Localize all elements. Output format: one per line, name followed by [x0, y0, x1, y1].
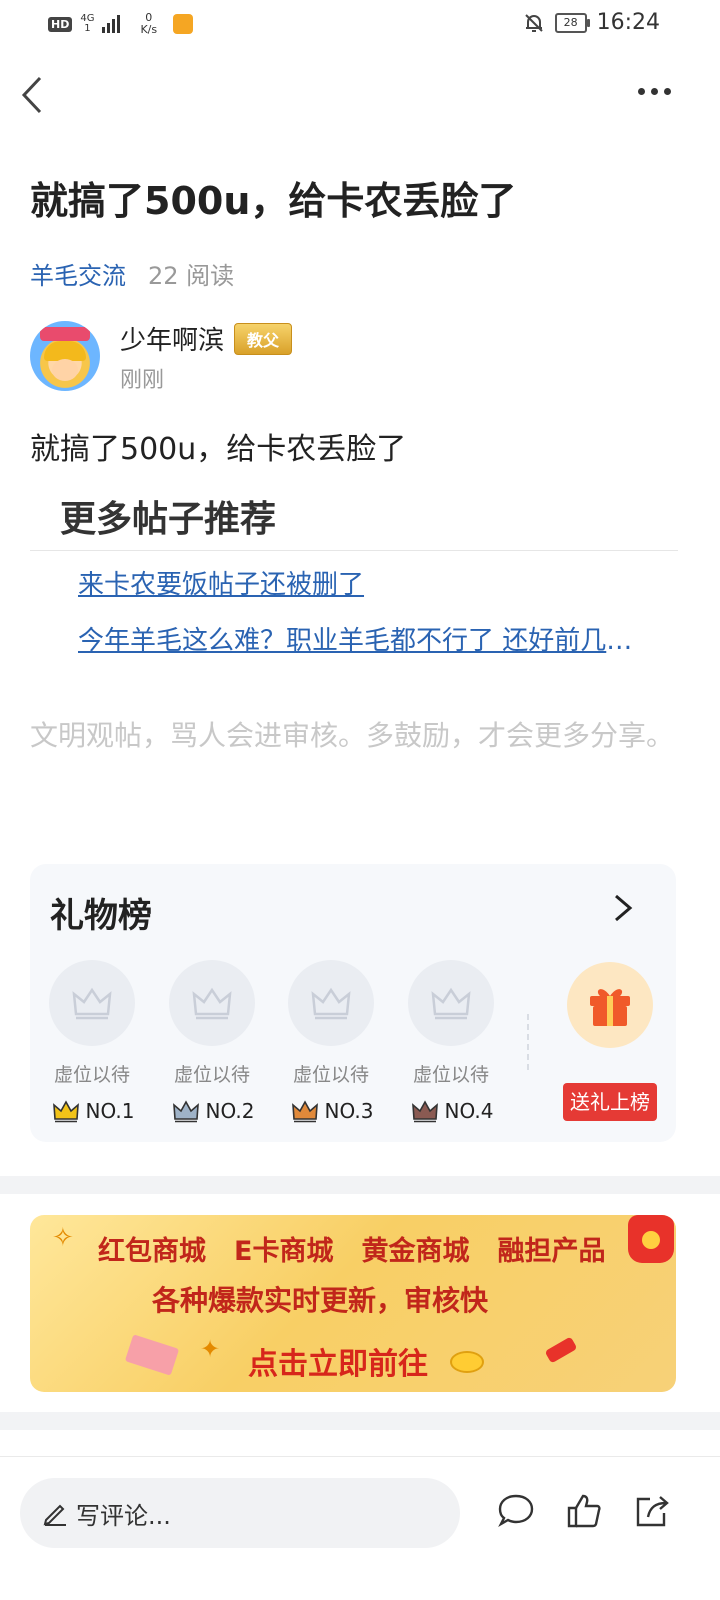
rank-label: NO.1: [85, 1099, 135, 1123]
more-options-icon[interactable]: [638, 88, 682, 102]
envelope-icon: [124, 1334, 180, 1376]
avatar[interactable]: [30, 321, 100, 391]
empty-slot-avatar: [408, 960, 494, 1046]
post-time: 刚刚: [120, 368, 165, 393]
banner-item: 红包商城: [98, 1236, 206, 1267]
rank-label: NO.3: [324, 1099, 374, 1123]
rank-crown-icon: [411, 1100, 438, 1123]
author-name[interactable]: 少年啊滨: [120, 320, 224, 357]
sparkle-icon: ✧: [52, 1223, 74, 1253]
read-count: 22 阅读: [148, 262, 235, 290]
post-category[interactable]: 羊毛交流: [30, 256, 126, 291]
post-meta: 羊毛交流 22 阅读: [30, 256, 234, 291]
bottom-bar-border: [0, 1456, 720, 1457]
pen-icon: [43, 1504, 66, 1526]
empty-slot-avatar: [49, 960, 135, 1046]
rank-label: NO.2: [205, 1099, 255, 1123]
gift-button[interactable]: [567, 962, 653, 1048]
send-gift-button[interactable]: 送礼上榜: [563, 1083, 657, 1121]
network-type: 4G 1: [80, 13, 95, 34]
community-notice: 文明观帖，骂人会进审核。多鼓励，才会更多分享。: [30, 719, 675, 752]
rank-crown-icon: [52, 1100, 79, 1123]
author-badge: 教父: [234, 322, 293, 355]
gift-slot[interactable]: 虚位以待 NO.1: [49, 960, 137, 1123]
banner-subtitle: 各种爆款实时更新，审核快: [152, 1284, 489, 1317]
signal-icon: [102, 15, 121, 33]
slot-rank: NO.2: [169, 1099, 257, 1123]
divider: [527, 1014, 529, 1070]
crown-icon: [72, 987, 112, 1020]
rank-crown-icon: [291, 1100, 318, 1123]
like-icon[interactable]: [564, 1491, 604, 1531]
banner-cta: 点击立即前往: [248, 1347, 428, 1382]
gift-slot[interactable]: 虚位以待 NO.4: [408, 960, 496, 1123]
share-icon[interactable]: [632, 1491, 672, 1531]
status-left: HD 4G 1 0 K/s: [48, 11, 194, 36]
recommend-link[interactable]: 今年羊毛这么难？职业羊毛都不行了 还好前几天搞了个羊毛: [78, 620, 658, 657]
crown-icon: [431, 987, 471, 1020]
clock: 16:24: [596, 10, 660, 35]
author-info: 少年啊滨 教父: [120, 320, 293, 357]
ribbon-icon: [544, 1336, 578, 1364]
divider: [30, 550, 678, 551]
banner-item: E卡商城: [234, 1236, 334, 1267]
app-notification-icon: [173, 14, 194, 34]
banner-item: 黄金商城: [361, 1236, 470, 1267]
chevron-right-icon[interactable]: [608, 890, 638, 926]
status-bar: HD 4G 1 0 K/s 28 16:24: [0, 0, 720, 50]
banner-items: 红包商城 E卡商城 黄金商城 融担产品: [98, 1229, 605, 1268]
red-envelope-mascot-icon: [628, 1215, 674, 1263]
gift-slot[interactable]: 虚位以待 NO.3: [288, 960, 376, 1123]
recommend-link[interactable]: 来卡农要饭帖子还被删了: [78, 564, 658, 601]
slot-label: 虚位以待: [412, 1064, 489, 1086]
comment-icon[interactable]: [496, 1491, 536, 1531]
comment-placeholder: 写评论...: [76, 1501, 171, 1530]
section-separator: [0, 1176, 720, 1194]
slot-label: 虚位以待: [292, 1064, 369, 1086]
sparkle-icon: ✦: [200, 1335, 221, 1363]
gift-slot[interactable]: 虚位以待 NO.2: [169, 960, 257, 1123]
post-title: 就搞了500u，给卡农丢脸了: [30, 179, 517, 223]
crown-icon: [192, 987, 232, 1020]
back-icon[interactable]: [18, 70, 58, 120]
rank-crown-icon: [172, 1100, 199, 1123]
banner-item: 融担产品: [497, 1236, 606, 1267]
slot-label: 虚位以待: [173, 1064, 250, 1086]
section-separator: [0, 1412, 720, 1430]
slot-rank: NO.3: [288, 1099, 376, 1123]
rank-label: NO.4: [444, 1099, 494, 1123]
recommend-title: 更多帖子推荐: [60, 499, 277, 540]
gift-icon: [590, 989, 630, 1026]
slot-rank: NO.4: [408, 1099, 496, 1123]
slot-rank: NO.1: [49, 1099, 137, 1123]
promo-banner[interactable]: ✧ 红包商城 E卡商城 黄金商城 融担产品 各种爆款实时更新，审核快 ✦ 点击立…: [30, 1215, 676, 1392]
empty-slot-avatar: [288, 960, 374, 1046]
coin-icon: [450, 1351, 484, 1373]
crown-icon: [311, 987, 351, 1020]
hd-indicator: HD: [48, 16, 73, 32]
empty-slot-avatar: [169, 960, 255, 1046]
bell-muted-icon: [524, 13, 543, 32]
gift-board-title: 礼物榜: [50, 896, 152, 936]
post-content: 就搞了500u，给卡农丢脸了: [30, 432, 407, 467]
network-speed: 0 K/s: [140, 11, 158, 36]
comment-input[interactable]: 写评论...: [20, 1478, 460, 1548]
slot-label: 虚位以待: [53, 1064, 130, 1086]
battery-icon: 28: [554, 12, 590, 33]
status-right: 28 16:24: [523, 10, 660, 35]
